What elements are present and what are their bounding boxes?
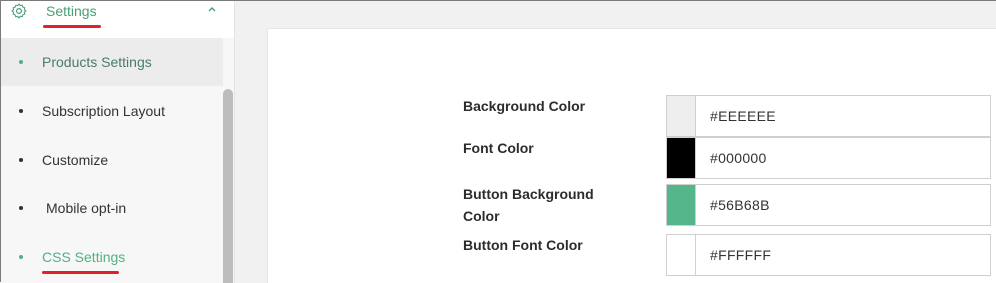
button-font-color-value[interactable]: #FFFFFF	[710, 247, 771, 263]
background-color-swatch[interactable]	[667, 96, 696, 136]
background-color-input[interactable]: #EEEEEE	[666, 95, 991, 137]
settings-menu-label[interactable]: Settings	[46, 3, 97, 19]
sidebar-item-mobile-opt-in[interactable]: Mobile opt-in	[1, 184, 223, 232]
background-color-label: Background Color	[463, 98, 586, 114]
button-font-color-swatch[interactable]	[667, 235, 696, 275]
sidebar-item-label: Mobile opt-in	[46, 200, 127, 216]
button-background-color-input[interactable]: #56B68B	[666, 184, 991, 226]
bullet-icon	[19, 158, 23, 162]
button-background-color-label: Button Background Color	[463, 186, 594, 224]
sidebar-item-css-settings[interactable]: CSS Settings	[1, 233, 223, 281]
css-settings-highlight-underline	[42, 271, 119, 274]
sidebar: Settings Products Settings Subscription …	[1, 1, 235, 283]
sidebar-item-customize[interactable]: Customize	[1, 136, 223, 184]
sidebar-item-label: Customize	[42, 152, 109, 168]
background-color-value[interactable]: #EEEEEE	[710, 108, 776, 124]
gear-icon	[11, 3, 27, 19]
settings-highlight-underline	[43, 25, 101, 28]
chevron-up-icon[interactable]	[207, 5, 217, 13]
bullet-icon	[19, 255, 23, 259]
button-font-color-label: Button Font Color	[463, 237, 583, 253]
sidebar-item-label: CSS Settings	[42, 249, 126, 265]
button-font-color-input[interactable]: #FFFFFF	[666, 234, 991, 276]
font-color-swatch[interactable]	[667, 138, 696, 178]
settings-submenu: Products Settings Subscription Layout Cu…	[1, 38, 234, 283]
font-color-input[interactable]: #000000	[666, 137, 991, 179]
settings-menu-header[interactable]: Settings	[1, 1, 234, 37]
font-color-label: Font Color	[463, 140, 534, 156]
button-background-color-swatch[interactable]	[667, 185, 696, 225]
button-background-color-value[interactable]: #56B68B	[710, 197, 770, 213]
sidebar-item-products-settings[interactable]: Products Settings	[1, 38, 223, 86]
sidebar-item-label: Subscription Layout	[42, 103, 165, 119]
sidebar-item-label: Products Settings	[42, 54, 152, 70]
sidebar-scrollbar[interactable]	[223, 89, 233, 283]
bullet-icon	[19, 109, 23, 113]
bullet-icon	[19, 206, 23, 210]
bullet-icon	[19, 60, 23, 64]
sidebar-item-subscription-layout[interactable]: Subscription Layout	[1, 87, 223, 135]
font-color-value[interactable]: #000000	[710, 150, 767, 166]
